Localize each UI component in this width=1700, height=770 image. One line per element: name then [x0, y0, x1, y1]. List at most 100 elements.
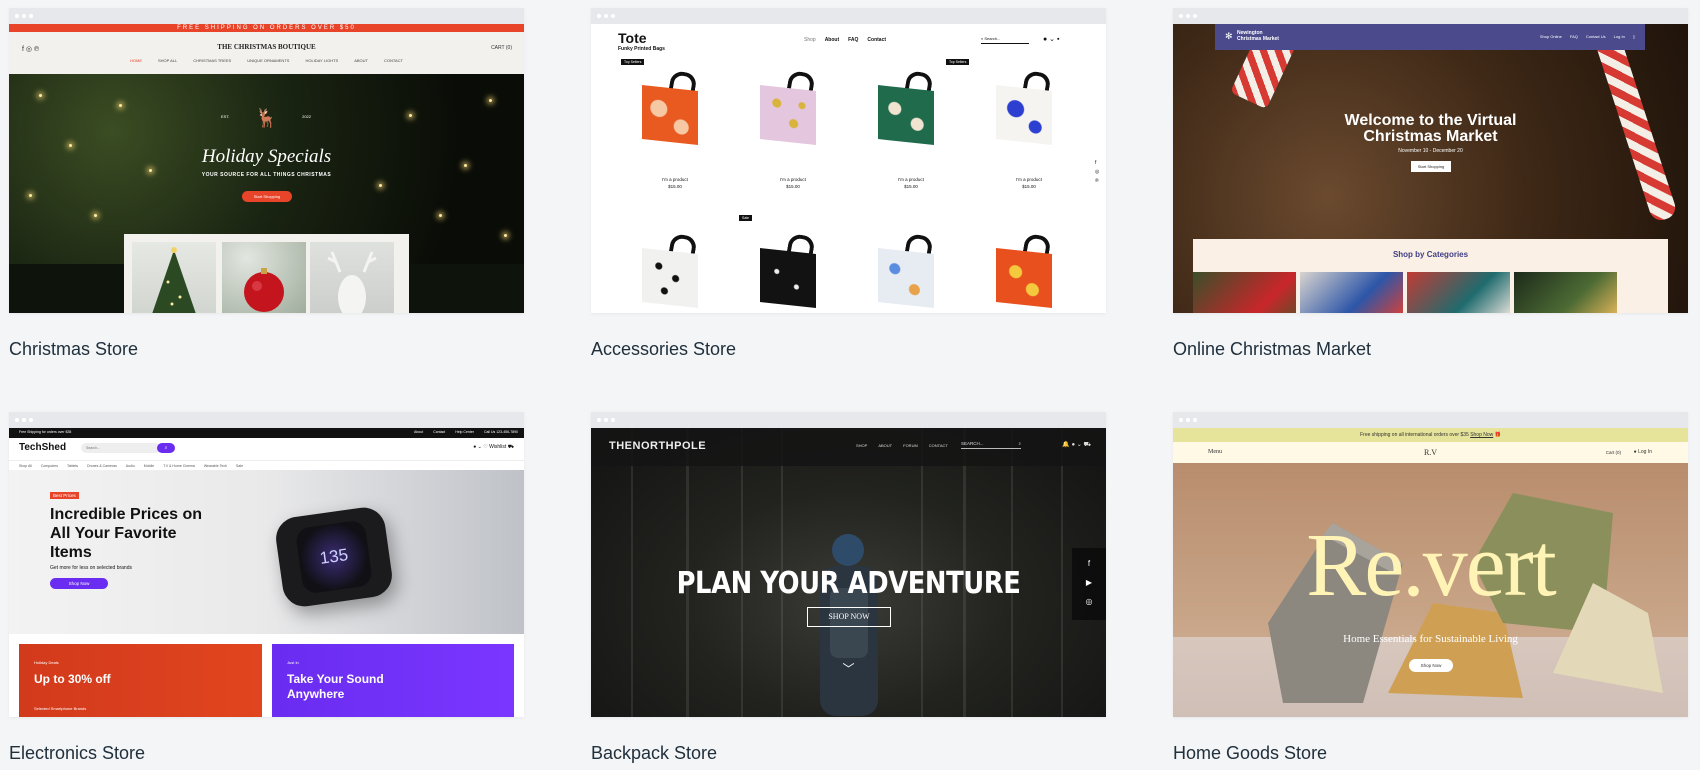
category-item: Computers: [40, 463, 58, 468]
category-item: Wearable Tech: [203, 463, 228, 468]
template-card-backpack-store[interactable]: THENORTHPOLE SHOP ABOUT FORUM CONTACT SE…: [591, 412, 1106, 764]
top-link: About: [414, 430, 424, 434]
category-item: Shop All: [19, 463, 32, 468]
template-title[interactable]: Christmas Store: [9, 339, 524, 360]
site-header: Menu R.V Cart (0) ● Log In: [1173, 442, 1688, 463]
template-title[interactable]: Accessories Store: [591, 339, 1106, 360]
browser-chrome: [591, 8, 1106, 24]
promo-banner: Free shipping on all international order…: [1173, 428, 1688, 442]
product-image-bag: [878, 232, 944, 308]
template-card-electronics-store[interactable]: Free Shipping for orders over $35 About …: [9, 412, 524, 764]
search-field: Search...: [81, 443, 161, 453]
template-title[interactable]: Home Goods Store: [1173, 743, 1688, 764]
category-tile: [1514, 272, 1617, 313]
browser-chrome: [1173, 412, 1688, 428]
gift-icon: 🎁: [1494, 432, 1501, 438]
hero-subhead: Get more for less on selected brands: [50, 565, 132, 571]
product-image-bag: [996, 69, 1062, 145]
top-link: Help Center: [455, 430, 474, 434]
category-tile: [1193, 272, 1296, 313]
nav-item: Log In: [1613, 34, 1625, 39]
template-preview[interactable]: FREE SHIPPING ON ORDERS OVER $50 f ◎ ℗ T…: [9, 8, 524, 313]
category-tile: [1407, 272, 1510, 313]
top-bar: Free Shipping for orders over $35 About …: [9, 428, 524, 438]
template-card-christmas-store[interactable]: FREE SHIPPING ON ORDERS OVER $50 f ◎ ℗ T…: [9, 8, 524, 360]
categories-title: Shop by Categories: [1392, 250, 1469, 259]
nav-item: FORUM: [903, 443, 918, 448]
nav-item: CONTACT: [928, 443, 948, 448]
preview-viewport: THENORTHPOLE SHOP ABOUT FORUM CONTACT SE…: [591, 428, 1106, 717]
preview-viewport: ✻ Newington Christmas Market Shop Online…: [1173, 24, 1688, 313]
deal-title: Take Your Sound Anywhere: [287, 672, 384, 701]
hero-headline: Welcome to the Virtual Christmas Market: [1344, 112, 1517, 145]
sale-badge: Sale: [739, 215, 753, 221]
hero-headline: PLAN YOUR ADVENTURE: [676, 566, 1021, 601]
template-title[interactable]: Online Christmas Market: [1173, 339, 1688, 360]
top-link: Contact: [433, 430, 446, 434]
youtube-icon: ▶: [1085, 578, 1093, 587]
site-header: f ◎ ℗ THE CHRISTMAS BOUTIQUE CART (0) HO…: [9, 32, 524, 74]
preview-viewport: FREE SHIPPING ON ORDERS OVER $50 f ◎ ℗ T…: [9, 24, 524, 313]
search-icon: ⌕: [157, 443, 175, 453]
social-icons: f ◎ ℗: [1095, 160, 1100, 184]
template-card-home-goods-store[interactable]: Free shipping on all international order…: [1173, 412, 1688, 764]
cart-icon: ⛟: [506, 444, 514, 450]
template-card-online-christmas-market[interactable]: ✻ Newington Christmas Market Shop Online…: [1173, 8, 1688, 360]
nav-item: FAQ: [1569, 34, 1578, 39]
deal-kicker: Holiday Deals: [34, 660, 59, 665]
search-field: SEARCH... ⌕: [961, 441, 1021, 449]
wishlist-label: Wishlist: [489, 444, 507, 450]
template-gallery: FREE SHIPPING ON ORDERS OVER $50 f ◎ ℗ T…: [0, 0, 1700, 770]
product-name: I'm a product: [898, 177, 924, 182]
top-link: Call Us 123-456-7890: [483, 430, 518, 434]
est-label: EST.: [221, 114, 230, 119]
site-brand: Newington Christmas Market: [1237, 30, 1279, 42]
template-preview[interactable]: Tote Funky Printed Bags Shop About FAQ C…: [591, 8, 1106, 313]
hero-dates: November 10 - December 20: [1398, 148, 1463, 154]
template-preview[interactable]: THENORTHPOLE SHOP ABOUT FORUM CONTACT SE…: [591, 412, 1106, 717]
nav-item: UNIQUE ORNAMENTS: [247, 58, 290, 63]
template-preview[interactable]: Free Shipping for orders over $35 About …: [9, 412, 524, 717]
deal-sub: Selected Smartphone Brands: [34, 706, 87, 711]
site-tagline: Funky Printed Bags: [618, 46, 665, 52]
search-placeholder: SEARCH...: [961, 441, 984, 446]
brand-line: Christmas Market: [1237, 36, 1279, 42]
template-title[interactable]: Electronics Store: [9, 743, 524, 764]
deal-title: Up to 30% off: [34, 672, 111, 686]
nav-item: Contact: [867, 37, 887, 43]
category-item: Mobile: [143, 463, 155, 468]
est-row: EST. 2022: [221, 114, 311, 119]
hero-headline: Incredible Prices on All Your Favorite I…: [50, 506, 203, 561]
category-tile: [1300, 272, 1403, 313]
product-image-bag: [760, 232, 826, 308]
nav-item: Contact Us: [1585, 34, 1606, 39]
site-header: ✻ Newington Christmas Market Shop Online…: [1215, 24, 1645, 50]
nav-item: About: [824, 37, 840, 43]
deal-kicker: Just In: [287, 660, 299, 665]
start-shopping-button: Start Shopping: [242, 191, 292, 202]
preview-viewport: Tote Funky Printed Bags Shop About FAQ C…: [591, 24, 1106, 313]
site-header: THENORTHPOLE SHOP ABOUT FORUM CONTACT SE…: [591, 428, 1106, 466]
preview-viewport: Free Shipping for orders over $35 About …: [9, 428, 524, 717]
shop-now-button: SHOP NOW: [807, 607, 891, 627]
product-image-ornament: [222, 242, 306, 313]
nav-item: CHRISTMAS TREES: [193, 58, 232, 63]
category-nav: Shop All Computers Tablets Drones & Came…: [9, 460, 524, 470]
site-logo: Tote: [618, 30, 647, 46]
promo-link: Shop Now: [1470, 432, 1494, 438]
template-preview[interactable]: ✻ Newington Christmas Market Shop Online…: [1173, 8, 1688, 313]
nav-item: SHOP ALL: [157, 58, 178, 63]
hero-subhead: Home Essentials for Sustainable Living: [1343, 633, 1518, 645]
browser-chrome: [9, 8, 524, 24]
instagram-icon: ◎: [1085, 597, 1093, 606]
hero-banner: Best Prices Incredible Prices on All You…: [9, 470, 524, 634]
product-price: $15.00: [786, 184, 800, 189]
site-logo: THENORTHPOLE: [609, 440, 707, 452]
product-name: I'm a product: [1016, 177, 1042, 182]
template-preview[interactable]: Free shipping on all international order…: [1173, 412, 1688, 717]
shop-now-button: Shop Now: [1409, 659, 1453, 672]
shipping-note: Free Shipping for orders over $35: [19, 430, 72, 434]
template-card-accessories-store[interactable]: Tote Funky Printed Bags Shop About FAQ C…: [591, 8, 1106, 360]
search-placeholder: Search...: [984, 36, 1001, 41]
template-title[interactable]: Backpack Store: [591, 743, 1106, 764]
